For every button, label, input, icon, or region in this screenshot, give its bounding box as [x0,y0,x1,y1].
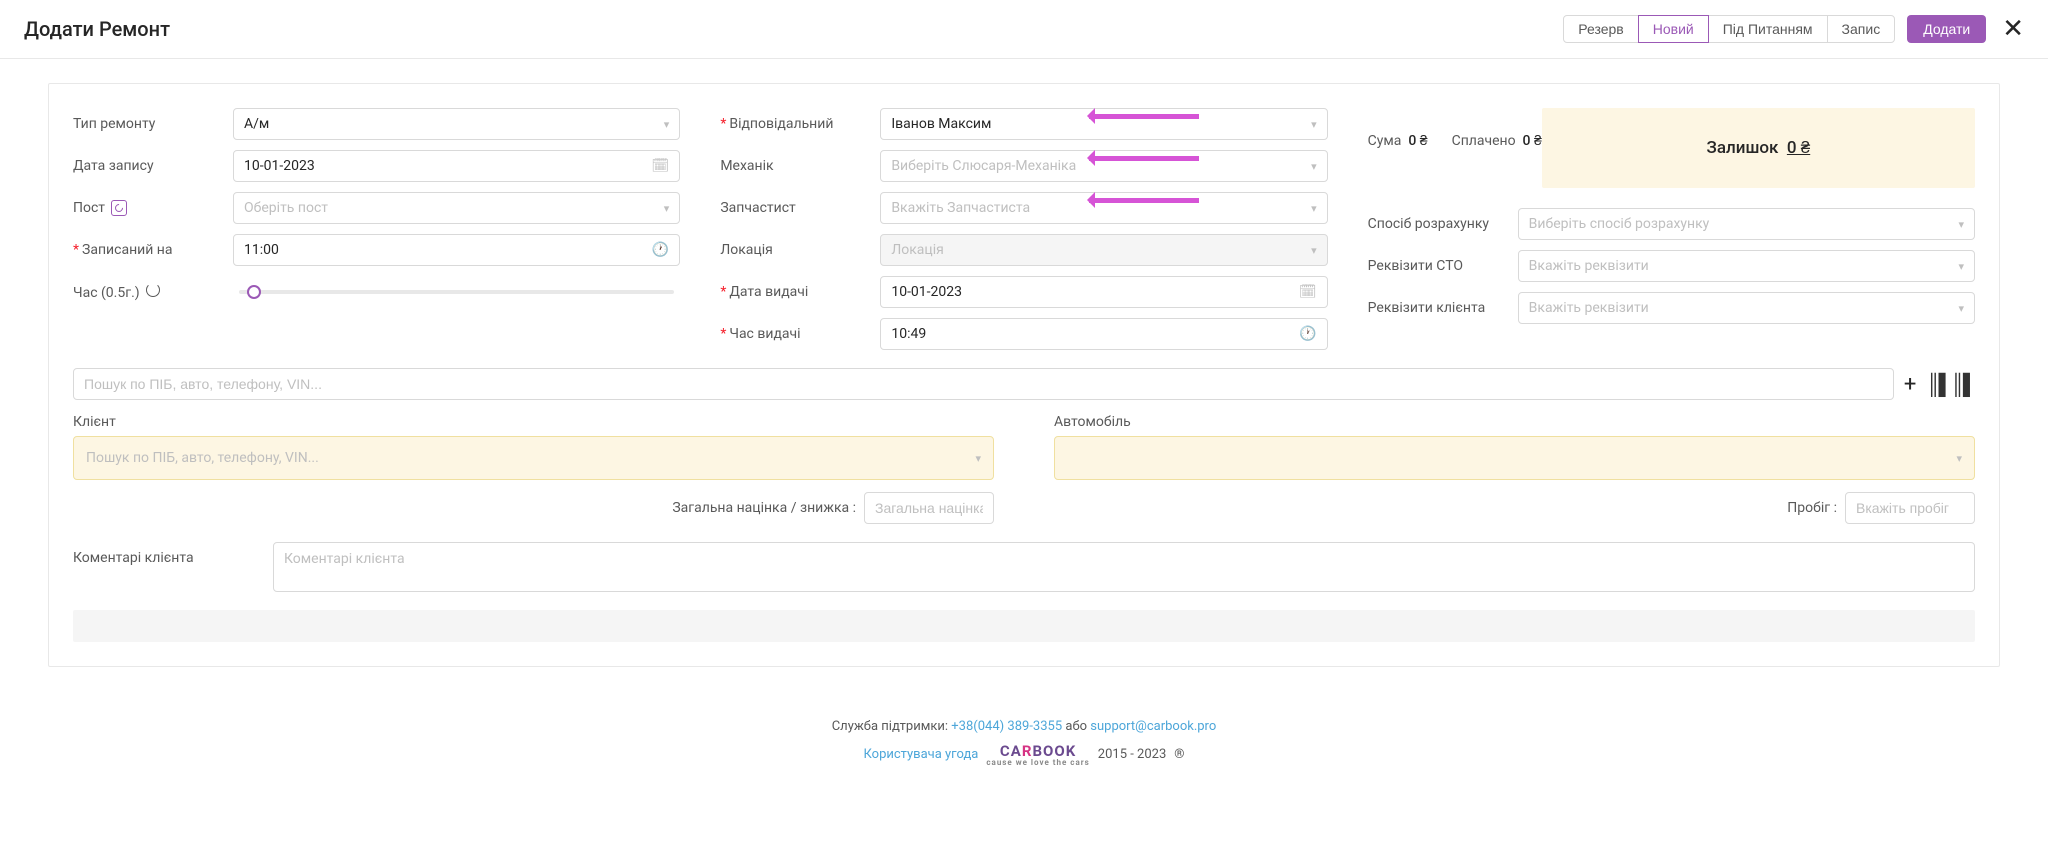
search-input[interactable] [73,368,1894,400]
paid-label: Сплачено 0 ₴ [1452,132,1542,149]
support-email-link[interactable]: support@carbook.pro [1090,719,1216,734]
req-client-select[interactable]: Вкажіть реквізити ▾ [1518,292,1975,324]
barcode-icon[interactable]: ║▌║▌ [1926,372,1975,397]
scheduled-value: 11:00 [244,242,279,258]
annotation-arrow-icon [1089,112,1199,120]
repair-type-value: А/м [244,116,269,132]
chevron-down-icon: ▾ [1956,452,1962,465]
record-date-value: 10-01-2023 [244,158,315,174]
registered-icon: ® [1174,747,1184,762]
markup-input[interactable] [864,492,994,524]
client-label: Клієнт [73,414,994,430]
scheduled-label: *Записаний на [73,242,223,258]
header-actions: Резерв Новий Під Питанням Запис Додати ✕ [1563,14,2024,44]
annotation-arrow-icon [1089,196,1199,204]
chevron-down-icon: ▾ [664,202,670,215]
chevron-down-icon: ▾ [1958,302,1964,315]
mechanic-placeholder: Виберіть Слюсаря-Механіка [891,158,1076,174]
out-date-input[interactable]: 10-01-2023 🗓 [880,276,1327,308]
plus-icon[interactable]: + [1904,372,1916,397]
status-reserve-button[interactable]: Резерв [1563,15,1638,43]
chevron-down-icon: ▾ [1958,260,1964,273]
responsible-value: Іванов Максим [891,116,991,132]
client-placeholder: Пошук по ПІБ, авто, телефону, VIN... [86,450,319,466]
add-button[interactable]: Додати [1907,15,1986,43]
repair-type-select[interactable]: А/м ▾ [233,108,680,140]
req-sto-placeholder: Вкажіть реквізити [1529,258,1649,274]
req-client-label: Реквізити клієнта [1368,300,1508,316]
clock-icon: 🕐 [652,242,669,258]
record-date-label: Дата запису [73,158,223,174]
out-date-label: *Дата видачі [720,284,870,300]
chevron-down-icon: ▾ [1958,218,1964,231]
client-select[interactable]: Пошук по ПІБ, авто, телефону, VIN... ▾ [73,436,994,480]
payment-method-select[interactable]: Виберіть спосіб розрахунку ▾ [1518,208,1975,240]
mechanic-label: Механік [720,158,870,174]
out-time-input[interactable]: 10:49 🕐 [880,318,1327,350]
logo: CARBOOKcause we love the cars [986,742,1089,767]
req-client-placeholder: Вкажіть реквізити [1529,300,1649,316]
location-select: Локація ▾ [880,234,1327,266]
parts-placeholder: Вкажіть Запчастиста [891,200,1030,216]
page-footer: Служба підтримки: +38(044) 389-3355 або … [0,691,2048,795]
chevron-down-icon: ▾ [1311,118,1317,131]
balance-box: Залишок 0 ₴ [1542,108,1975,188]
dashboard-icon [111,200,127,216]
out-time-value: 10:49 [891,326,926,342]
duration-slider[interactable] [233,276,680,308]
post-select[interactable]: Оберіть пост ▾ [233,192,680,224]
markup-label: Загальна націнка / знижка : [672,500,856,516]
comment-label: Коментарі клієнта [73,542,243,592]
post-label: Пост [73,200,223,216]
req-sto-label: Реквізити СТО [1368,258,1508,274]
chevron-down-icon: ▾ [975,452,981,465]
page-title: Додати Ремонт [24,17,170,41]
chevron-down-icon: ▾ [1311,202,1317,215]
responsible-label: *Відповідальний [720,116,870,132]
post-placeholder: Оберіть пост [244,200,328,216]
repair-type-label: Тип ремонту [73,116,223,132]
record-date-input[interactable]: 10-01-2023 🗓 [233,150,680,182]
agreement-link[interactable]: Користувача угода [863,747,978,762]
close-icon[interactable]: ✕ [2002,14,2024,44]
scheduled-time-input[interactable]: 11:00 🕐 [233,234,680,266]
duration-label: Час (0.5г.) [73,283,223,301]
sum-label: Сума 0 ₴ [1368,132,1428,149]
status-new-button[interactable]: Новий [1638,15,1709,43]
out-time-label: *Час видачі [720,326,870,342]
chevron-down-icon: ▾ [664,118,670,131]
mileage-input[interactable] [1845,492,1975,524]
car-select[interactable]: ▾ [1054,436,1975,480]
status-question-button[interactable]: Під Питанням [1708,15,1828,43]
mileage-label: Пробіг : [1787,500,1837,516]
loading-icon [146,283,160,297]
req-sto-select[interactable]: Вкажіть реквізити ▾ [1518,250,1975,282]
slider-handle[interactable] [247,285,261,299]
location-placeholder: Локація [891,242,943,258]
out-date-value: 10-01-2023 [891,284,962,300]
payment-method-label: Спосіб розрахунку [1368,216,1508,232]
parts-label: Запчастист [720,200,870,216]
annotation-arrow-icon [1089,154,1199,162]
comment-textarea[interactable] [273,542,1975,592]
footer-years: 2015 - 2023 [1098,747,1167,762]
status-record-button[interactable]: Запис [1827,15,1896,43]
chevron-down-icon: ▾ [1311,244,1317,257]
chevron-down-icon: ▾ [1311,160,1317,173]
payment-placeholder: Виберіть спосіб розрахунку [1529,216,1710,232]
calendar-icon: 🗓 [1299,284,1317,300]
footer-strip [73,610,1975,642]
location-label: Локація [720,242,870,258]
calendar-icon: 🗓 [652,158,670,174]
support-phone-link[interactable]: +38(044) 389-3355 [951,719,1062,734]
clock-icon: 🕐 [1299,326,1316,342]
car-label: Автомобіль [1054,414,1975,430]
